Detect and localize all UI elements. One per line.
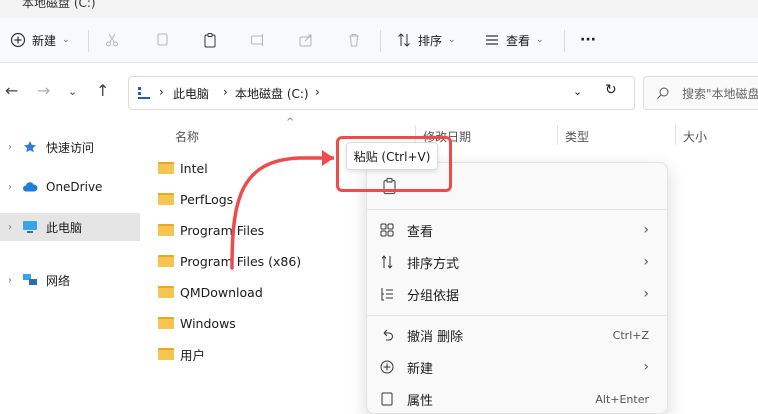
- annotation-arrow: [230, 150, 334, 270]
